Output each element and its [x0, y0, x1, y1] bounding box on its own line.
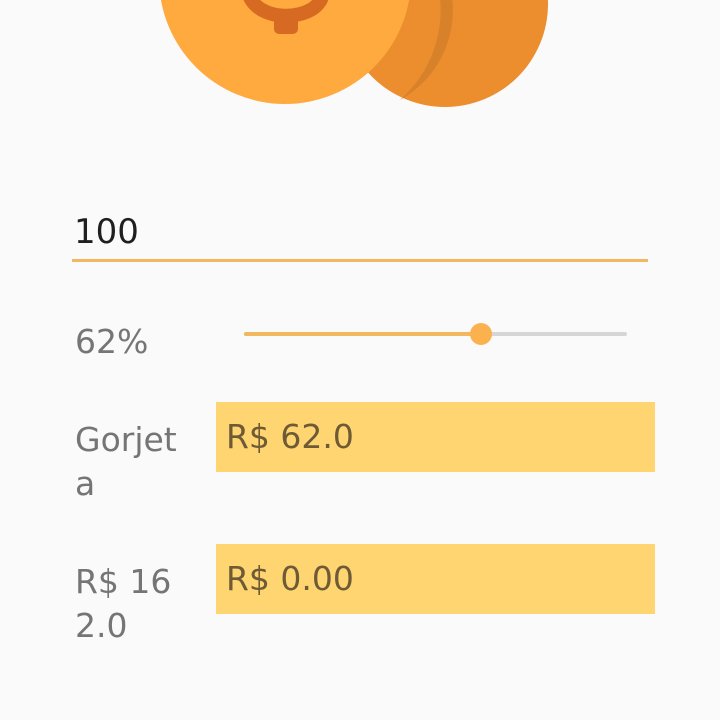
tip-label: Gorjeta: [75, 420, 177, 503]
slider-thumb[interactable]: [470, 323, 493, 345]
amount-input[interactable]: [72, 204, 648, 262]
total-label: R$ 162.0: [75, 562, 172, 645]
total-value-field: R$ 0.00: [216, 544, 655, 614]
tip-calculator-screen: 62% Gorjeta R$ 62.0 R$ 162.0 R$ 0.00: [0, 0, 720, 720]
tip-value-field: R$ 62.0: [216, 402, 655, 472]
tip-percent-slider[interactable]: [244, 318, 627, 350]
coin-logo-icon: [160, 0, 548, 107]
slider-fill: [244, 332, 482, 336]
tip-percent-label: 62%: [75, 322, 149, 361]
